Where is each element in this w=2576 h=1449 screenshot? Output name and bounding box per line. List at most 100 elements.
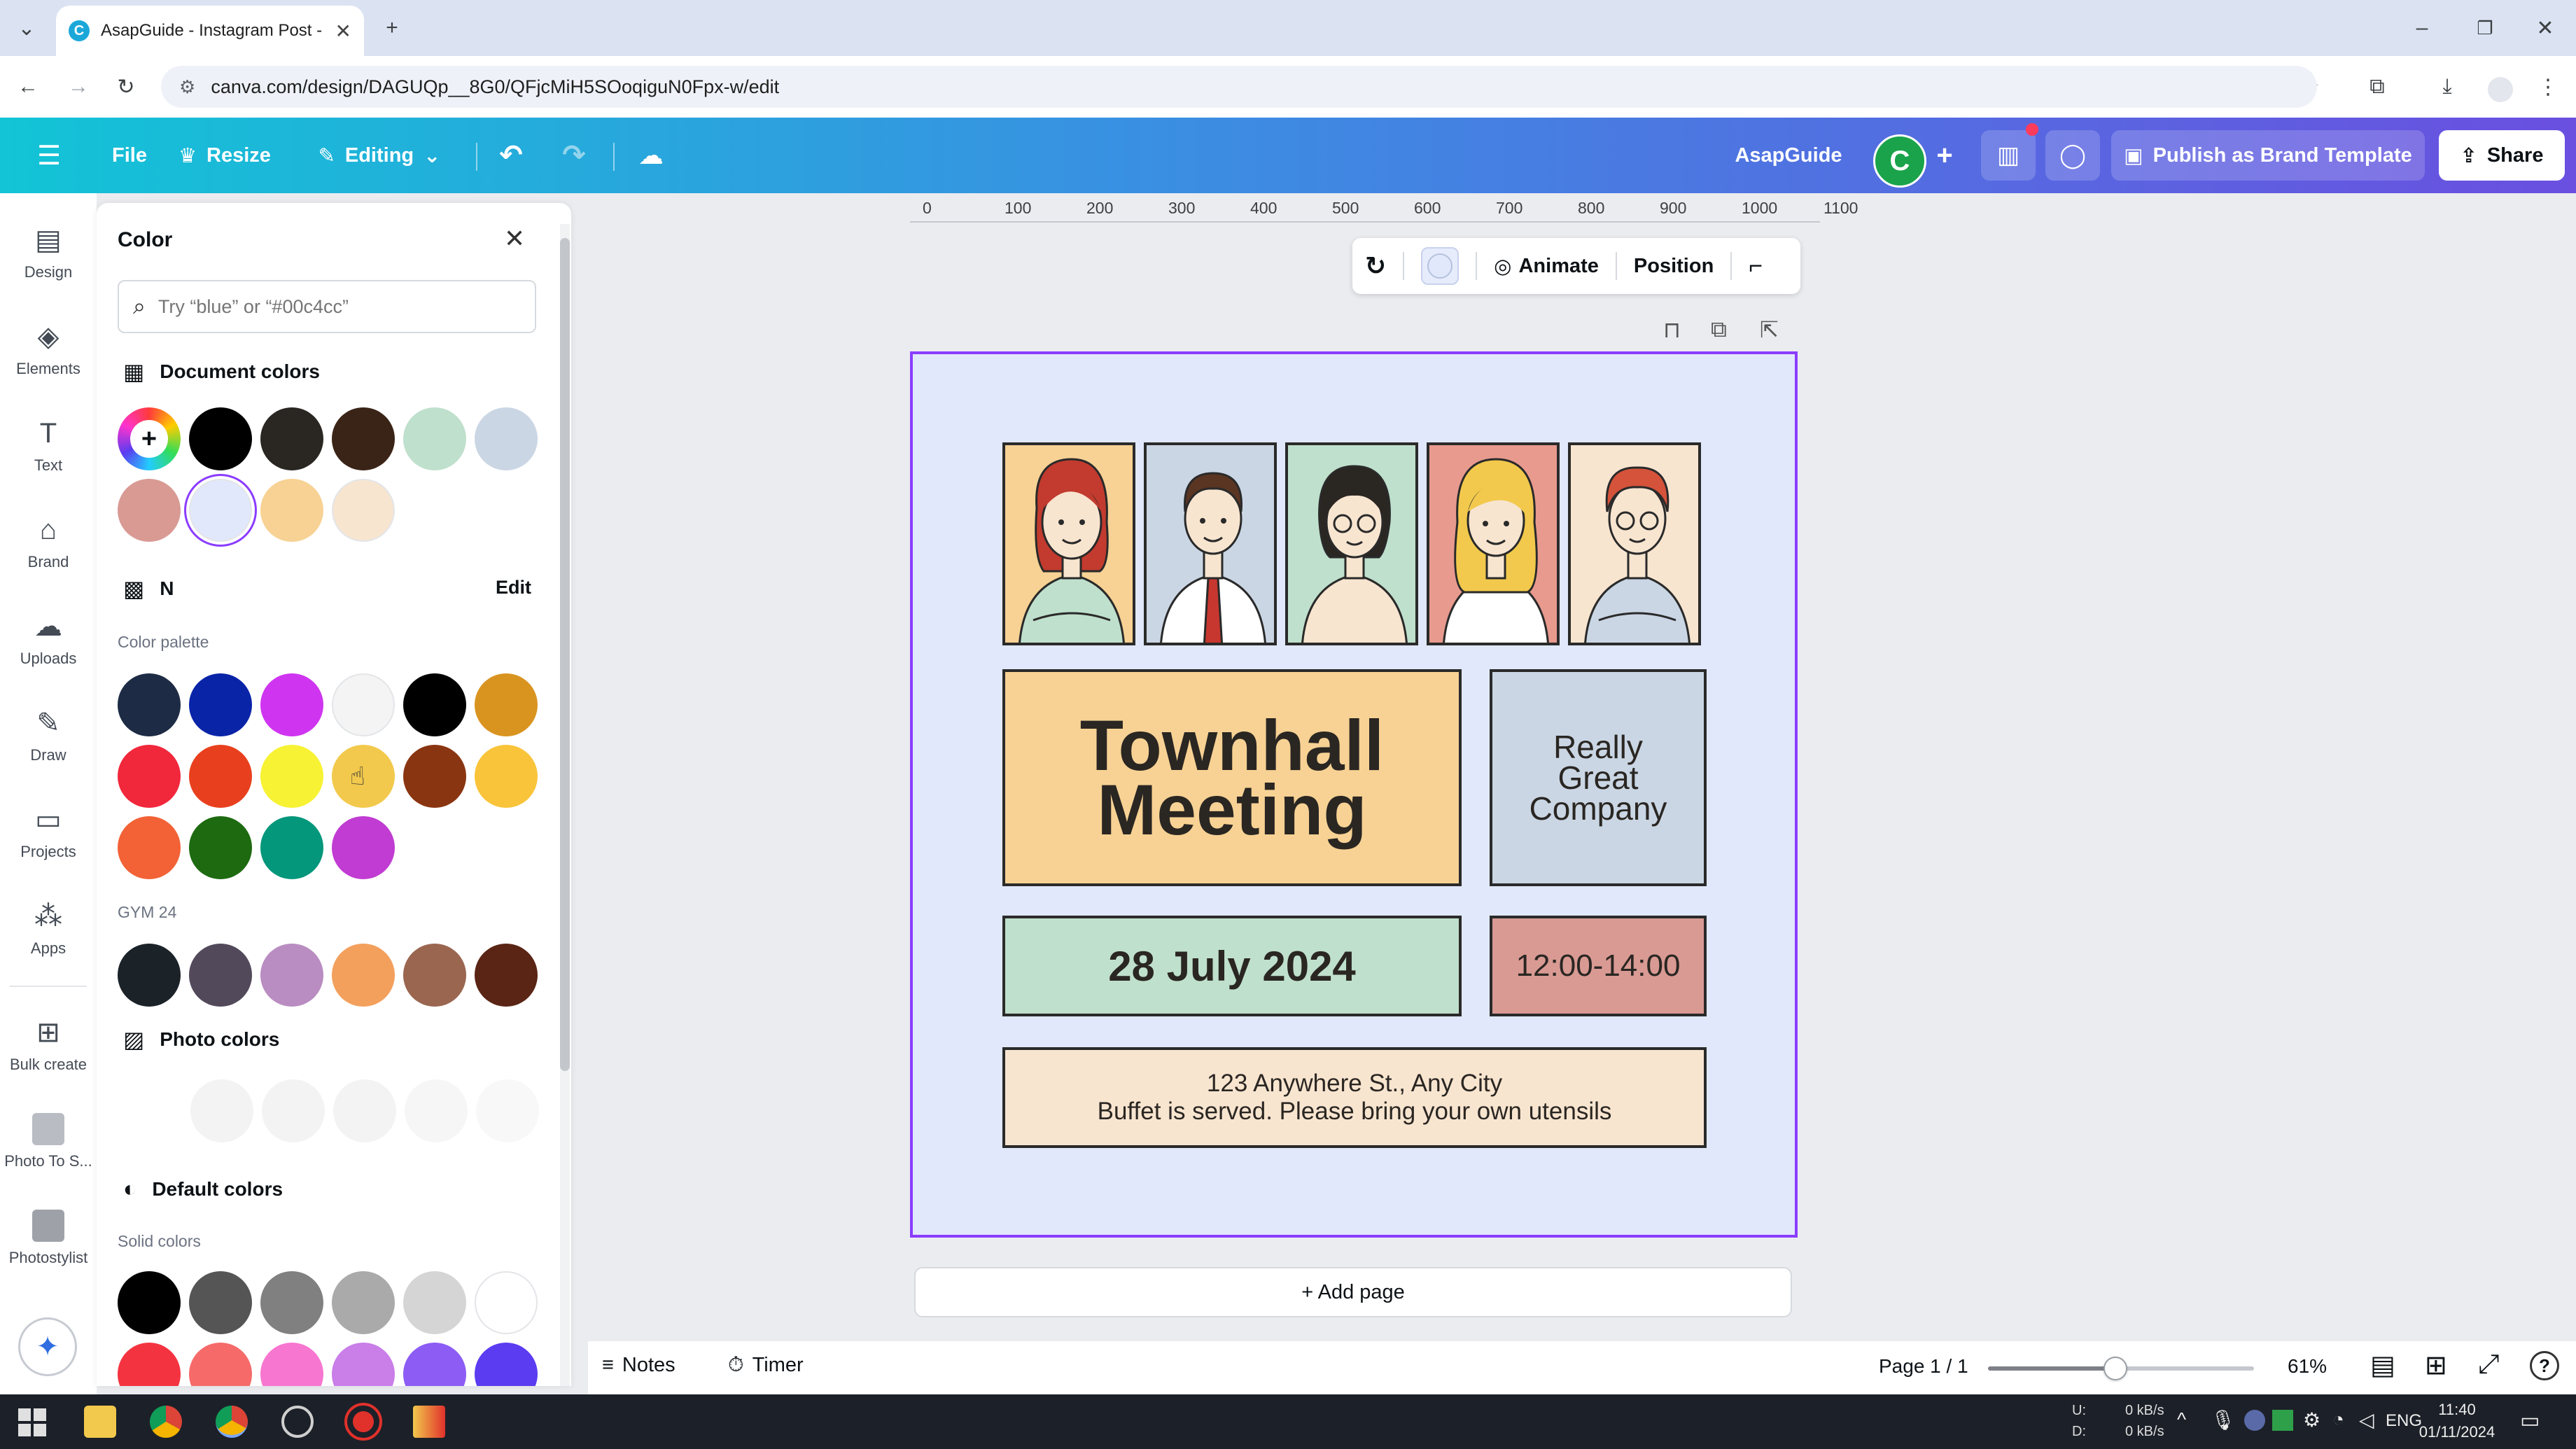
- magic-sparkle-icon[interactable]: ✦: [18, 1317, 77, 1376]
- tray-chevron-icon[interactable]: ^: [2177, 1408, 2186, 1431]
- notes-app-icon[interactable]: [413, 1406, 445, 1438]
- fullscreen-icon[interactable]: ⤢: [2478, 1350, 2499, 1380]
- palette-color-swatch[interactable]: [189, 745, 252, 808]
- person-illustration-woman-blonde[interactable]: [1427, 442, 1560, 645]
- color-search-input[interactable]: [158, 295, 508, 318]
- panel-close-icon[interactable]: ✕: [504, 224, 525, 253]
- microphone-icon[interactable]: 🎙: [2211, 1408, 2236, 1432]
- event-time[interactable]: 12:00-14:00: [1516, 948, 1681, 983]
- browser-menu-icon[interactable]: ⋮: [2534, 73, 2562, 101]
- person-illustration-man-red-tie[interactable]: [1144, 442, 1277, 645]
- address-card[interactable]: 123 Anywhere St., Any City Buffet is ser…: [1002, 1047, 1707, 1148]
- url-field[interactable]: ⚙ canva.com/design/DAGUQp__8G0/QFjcMiH5S…: [161, 66, 2317, 108]
- rail-item-projects[interactable]: ▭ Projects: [0, 804, 97, 861]
- palette-color-swatch[interactable]: [475, 673, 538, 736]
- resize-button[interactable]: ♛ Resize: [172, 130, 277, 181]
- document-color-swatch[interactable]: [332, 407, 395, 470]
- forward-arrow-icon[interactable]: →: [64, 73, 92, 101]
- gym-color-swatch[interactable]: [118, 944, 181, 1007]
- color-search-field[interactable]: ⌕: [118, 280, 536, 333]
- solid-color-swatch[interactable]: [475, 1271, 538, 1334]
- panel-scrollbar-track[interactable]: [560, 224, 570, 1386]
- document-color-swatch[interactable]: [118, 479, 181, 542]
- company-line-1[interactable]: Really: [1553, 731, 1643, 763]
- zoom-level[interactable]: 61%: [2288, 1355, 2327, 1378]
- cloud-saved-icon[interactable]: ☁: [630, 130, 672, 181]
- tray-app-icon[interactable]: [2244, 1410, 2265, 1431]
- document-color-swatch[interactable]: [260, 479, 323, 542]
- lock-page-icon[interactable]: ⊓: [1663, 316, 1681, 343]
- reload-icon[interactable]: ↻: [112, 73, 140, 101]
- rail-item-photo-to-sketch[interactable]: Photo To S...: [0, 1113, 97, 1170]
- replace-rotate-icon[interactable]: ↻: [1365, 251, 1386, 281]
- restore-icon[interactable]: ❐: [2471, 14, 2499, 42]
- clock-app-icon[interactable]: [281, 1406, 314, 1438]
- company-line-2[interactable]: Great: [1558, 762, 1638, 794]
- solid-color-swatch[interactable]: [403, 1343, 466, 1386]
- comment-icon[interactable]: ◯: [2045, 130, 2100, 181]
- address-line-1[interactable]: 123 Anywhere St., Any City: [1207, 1070, 1502, 1098]
- gym-color-swatch[interactable]: [260, 944, 323, 1007]
- page-indicator[interactable]: Page 1 / 1: [1879, 1355, 1968, 1378]
- pages-view-icon[interactable]: ▤: [2370, 1350, 2395, 1381]
- help-question-icon[interactable]: ?: [2530, 1351, 2559, 1380]
- solid-color-swatch[interactable]: [332, 1271, 395, 1334]
- palette-color-swatch[interactable]: [189, 816, 252, 879]
- rail-item-text[interactable]: T Text: [0, 417, 97, 475]
- photo-color-swatch[interactable]: [190, 1079, 253, 1142]
- tray-green-app-icon[interactable]: [2272, 1410, 2293, 1431]
- position-button[interactable]: Position: [1634, 255, 1714, 278]
- recorder-app-icon[interactable]: [344, 1403, 382, 1441]
- gym-color-swatch[interactable]: [403, 944, 466, 1007]
- rail-item-design[interactable]: ▤ Design: [0, 224, 97, 281]
- notification-center-icon[interactable]: ▭: [2520, 1408, 2540, 1433]
- palette-color-swatch[interactable]: [332, 673, 395, 736]
- user-avatar[interactable]: C: [1873, 134, 1926, 188]
- profile-avatar[interactable]: [2488, 77, 2513, 102]
- rail-item-brand[interactable]: ⌂ Brand: [0, 514, 97, 571]
- rail-item-draw[interactable]: ✎ Draw: [0, 707, 97, 764]
- invite-plus-icon[interactable]: +: [1924, 130, 1966, 181]
- solid-color-swatch[interactable]: [189, 1271, 252, 1334]
- zoom-slider[interactable]: [1988, 1357, 2254, 1380]
- back-arrow-icon[interactable]: ←: [14, 73, 42, 101]
- document-color-swatch[interactable]: [475, 407, 538, 470]
- company-line-3[interactable]: Company: [1530, 792, 1667, 825]
- title-line-2[interactable]: Meeting: [1097, 774, 1366, 846]
- duplicate-page-icon[interactable]: ⧉: [1711, 316, 1727, 343]
- document-color-swatch[interactable]: [332, 479, 395, 542]
- extensions-puzzle-icon[interactable]: ⧉: [2363, 73, 2391, 101]
- photo-color-swatch[interactable]: [476, 1079, 539, 1142]
- design-page[interactable]: Townhall Meeting Really Great Company 28…: [910, 351, 1798, 1238]
- palette-color-swatch[interactable]: [260, 745, 323, 808]
- redo-icon[interactable]: ↷: [553, 130, 595, 181]
- solid-color-swatch[interactable]: [332, 1343, 395, 1386]
- window-close-icon[interactable]: ✕: [2531, 14, 2559, 42]
- gym-color-swatch[interactable]: [189, 944, 252, 1007]
- company-card[interactable]: Really Great Company: [1490, 669, 1707, 886]
- palette-color-swatch[interactable]: [332, 816, 395, 879]
- gym-color-swatch[interactable]: [475, 944, 538, 1007]
- document-color-swatch[interactable]: [189, 479, 252, 542]
- time-card[interactable]: 12:00-14:00: [1490, 916, 1707, 1016]
- title-card[interactable]: Townhall Meeting: [1002, 669, 1462, 886]
- team-name-label[interactable]: AsapGuide: [1729, 130, 1848, 181]
- photo-color-swatch[interactable]: [405, 1079, 468, 1142]
- minimize-icon[interactable]: –: [2408, 14, 2436, 42]
- file-menu-button[interactable]: File: [98, 130, 161, 181]
- solid-color-swatch[interactable]: [118, 1271, 181, 1334]
- palette-color-swatch[interactable]: [260, 816, 323, 879]
- background-color-button[interactable]: [1421, 247, 1460, 285]
- publish-brand-template-button[interactable]: ▣ Publish as Brand Template: [2111, 130, 2425, 181]
- language-indicator[interactable]: ENG: [2369, 1411, 2422, 1431]
- rail-item-elements[interactable]: ◈ Elements: [0, 321, 97, 378]
- panel-scrollbar-thumb[interactable]: [560, 238, 570, 1071]
- person-illustration-woman-glasses[interactable]: [1285, 442, 1418, 645]
- person-illustration-man-glasses[interactable]: [1568, 442, 1701, 645]
- wifi-icon[interactable]: ◔: [2332, 1408, 2344, 1431]
- palette-color-swatch[interactable]: [260, 673, 323, 736]
- rail-item-bulk-create[interactable]: ⊞ Bulk create: [0, 1016, 97, 1074]
- undo-icon[interactable]: ↶: [490, 130, 532, 181]
- rail-item-apps[interactable]: ⁂ Apps: [0, 900, 97, 958]
- hamburger-menu-icon[interactable]: ☰: [28, 130, 70, 181]
